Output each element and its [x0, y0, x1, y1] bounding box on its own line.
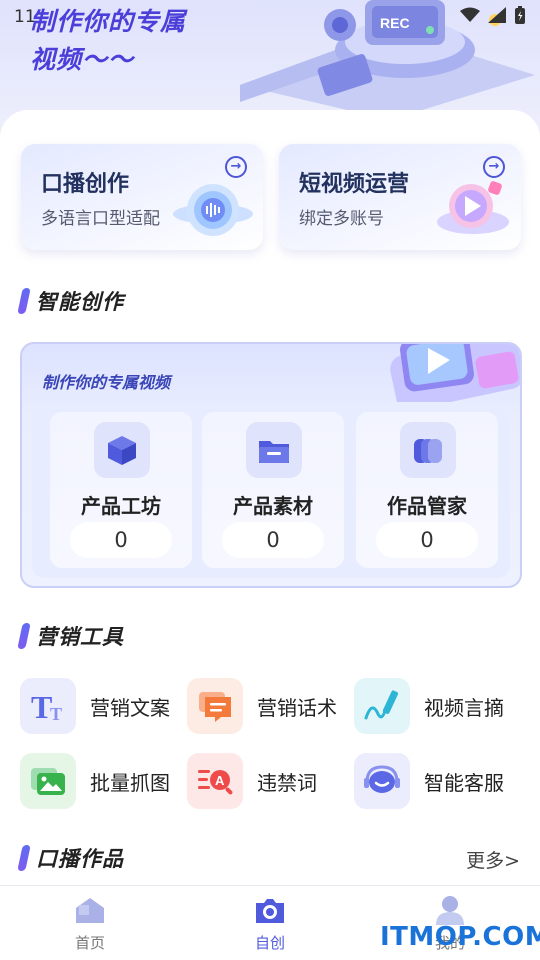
hero-title-line2: 视频～～ — [30, 45, 135, 74]
wifi-icon — [460, 7, 480, 22]
tool-label: 营销话术 — [257, 695, 337, 720]
section-title: 口播作品 — [36, 847, 124, 871]
tool-label: 视频言摘 — [424, 695, 504, 720]
section-accent-bar — [17, 845, 31, 871]
image-icon — [20, 753, 76, 809]
tile-count: 0 — [222, 522, 324, 558]
tile-label: 产品素材 — [233, 494, 313, 518]
tile-works-manager[interactable]: 作品管家 0 — [356, 412, 498, 568]
tool-batch-capture[interactable]: 批量抓图 — [20, 752, 190, 810]
tool-label: 智能客服 — [424, 770, 504, 795]
more-link[interactable]: 更多> — [466, 846, 520, 873]
section-accent-bar — [17, 623, 31, 649]
smart-card-subtitle: 制作你的专属视频 — [42, 373, 171, 392]
tool-label: 营销文案 — [90, 695, 170, 720]
speech-icon — [187, 678, 243, 734]
tool-banned-words[interactable]: A 违禁词 — [187, 752, 357, 810]
search-text-icon: A — [187, 753, 243, 809]
section-title: 智能创作 — [36, 290, 124, 314]
text-icon: T T — [20, 678, 76, 734]
pen-icon — [354, 678, 410, 734]
tool-smart-service[interactable]: 智能客服 — [354, 752, 524, 810]
folder-icon — [246, 422, 302, 478]
tool-video-extract[interactable]: 视频言摘 — [354, 677, 524, 735]
section-accent-bar — [17, 288, 31, 314]
headset-icon — [354, 753, 410, 809]
watermark: ITMOP.COM — [380, 922, 540, 952]
home-icon — [73, 894, 107, 926]
stack-icon — [400, 422, 456, 478]
card-oral-creation[interactable]: 口播创作 多语言口型适配 → — [21, 144, 263, 250]
section-marketing-tools: 营销工具 — [17, 621, 124, 651]
tab-label: 自创 — [254, 934, 285, 952]
smart-creation-card: 制作你的专属视频 产品工坊 0 产品素材 0 作品管家 0 — [20, 342, 522, 588]
microphone-orb-icon — [173, 184, 253, 236]
card-subtitle: 绑定多账号 — [299, 209, 384, 229]
tile-label: 产品工坊 — [81, 494, 161, 518]
tile-product-materials[interactable]: 产品素材 0 — [202, 412, 344, 568]
tab-create[interactable]: 自创 — [220, 894, 320, 954]
section-title: 营销工具 — [36, 625, 124, 649]
smart-tiles-container: 产品工坊 0 产品素材 0 作品管家 0 — [32, 402, 510, 578]
hero-title-line1: 制作你的专属 — [30, 7, 187, 36]
play-badge-icon — [437, 181, 509, 234]
svg-text:A: A — [215, 773, 225, 788]
tool-label: 批量抓图 — [90, 770, 170, 795]
battery-icon — [515, 6, 525, 24]
tool-label: 违禁词 — [257, 770, 317, 795]
section-smart-creation: 智能创作 — [17, 286, 124, 316]
tab-home[interactable]: 首页 — [40, 894, 140, 954]
tab-label: 首页 — [74, 934, 105, 952]
tile-label: 作品管家 — [387, 494, 467, 518]
status-icons — [460, 6, 526, 24]
tool-marketing-copy[interactable]: T T 营销文案 — [20, 677, 190, 735]
signal-icon — [488, 7, 506, 23]
tile-count: 0 — [70, 522, 172, 558]
card-title: 短视频运营 — [299, 172, 410, 197]
section-oral-works: 口播作品 — [17, 843, 124, 873]
camera-icon — [253, 894, 287, 926]
card-short-video-ops[interactable]: 短视频运营 绑定多账号 → — [279, 144, 521, 250]
svg-text:T: T — [50, 704, 62, 724]
card-subtitle: 多语言口型适配 — [41, 209, 160, 229]
main-sheet: 口播创作 多语言口型适配 → 短视频运营 绑定多账号 → 智能创作 制作你的专属… — [0, 110, 540, 885]
card-title: 口播创作 — [41, 172, 130, 197]
tool-marketing-script[interactable]: 营销话术 — [187, 677, 357, 735]
tile-product-workshop[interactable]: 产品工坊 0 — [50, 412, 192, 568]
cube-icon — [94, 422, 150, 478]
tile-count: 0 — [376, 522, 478, 558]
